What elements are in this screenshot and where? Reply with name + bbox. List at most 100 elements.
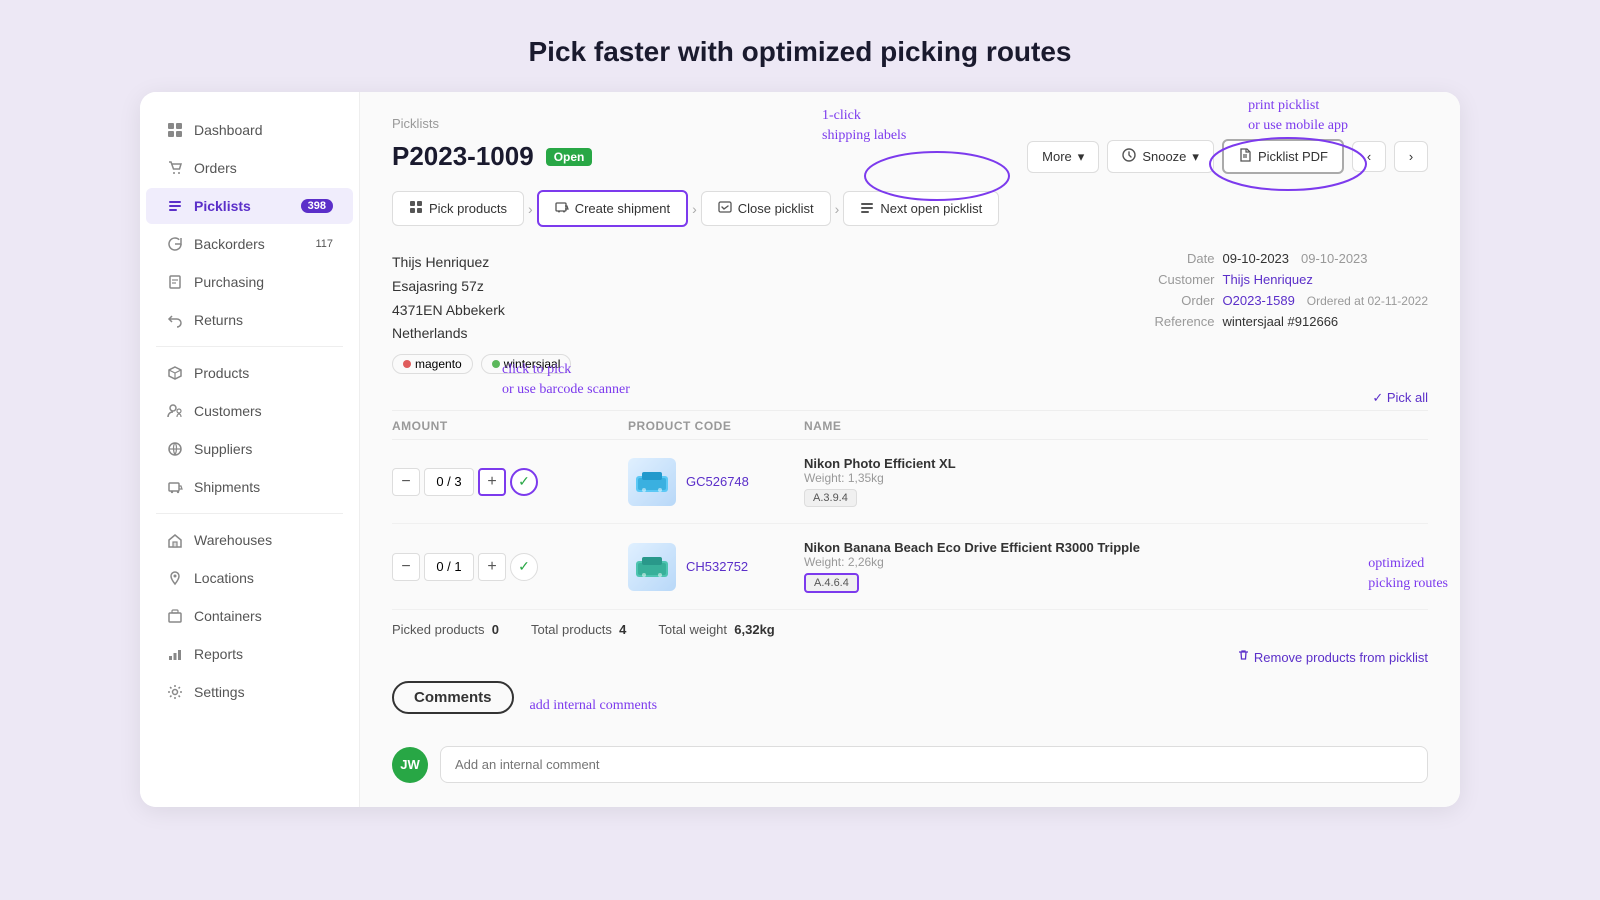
sidebar-label-containers: Containers bbox=[194, 608, 262, 624]
tag-label-wintersjaal: wintersjaal bbox=[504, 357, 561, 371]
sidebar-item-backorders[interactable]: Backorders 117 bbox=[146, 226, 353, 262]
picklist-pdf-button[interactable]: Picklist PDF bbox=[1222, 139, 1344, 174]
returns-icon bbox=[166, 311, 184, 329]
pdf-icon bbox=[1238, 148, 1252, 165]
amount-input-2[interactable] bbox=[424, 553, 474, 581]
amount-control-2: − + ✓ bbox=[392, 553, 612, 581]
picklist-header: P2023-1009 Open More ▾ Snooze ▾ bbox=[392, 139, 1428, 174]
minus-btn-2[interactable]: − bbox=[392, 553, 420, 581]
reference-label: Reference bbox=[1135, 314, 1215, 329]
remove-products-link[interactable]: Remove products from picklist bbox=[392, 649, 1428, 665]
detail-customer: Customer Thijs Henriquez bbox=[1135, 272, 1428, 287]
sidebar-label-locations: Locations bbox=[194, 570, 254, 586]
sidebar-item-locations[interactable]: Locations bbox=[146, 560, 353, 596]
sidebar-label-purchasing: Purchasing bbox=[194, 274, 264, 290]
main-content: Picklists P2023-1009 Open More ▾ bbox=[360, 92, 1460, 807]
reports-icon bbox=[166, 645, 184, 663]
plus-btn-2[interactable]: + bbox=[478, 553, 506, 581]
purchasing-icon bbox=[166, 273, 184, 291]
picklist-pdf-label: Picklist PDF bbox=[1258, 149, 1328, 164]
sidebar-item-picklists[interactable]: Picklists 398 bbox=[146, 188, 353, 224]
sidebar-label-dashboard: Dashboard bbox=[194, 122, 263, 138]
snooze-label: Snooze bbox=[1142, 149, 1186, 164]
step-close-picklist[interactable]: Close picklist bbox=[701, 191, 831, 226]
check-btn-2[interactable]: ✓ bbox=[510, 553, 538, 581]
sidebar-item-dashboard[interactable]: Dashboard bbox=[146, 112, 353, 148]
info-row: Thijs Henriquez Esajasring 57z 4371EN Ab… bbox=[392, 251, 1428, 374]
date-value: 09-10-2023 bbox=[1223, 251, 1290, 266]
detail-table: Date 09-10-2023 09-10-2023 Customer Thij… bbox=[1135, 251, 1428, 374]
next-button[interactable]: › bbox=[1394, 141, 1428, 172]
sidebar-item-purchasing[interactable]: Purchasing bbox=[146, 264, 353, 300]
more-label: More bbox=[1042, 149, 1072, 164]
sidebar-item-products[interactable]: Products bbox=[146, 355, 353, 391]
picked-value: 0 bbox=[492, 622, 499, 637]
address-country: Netherlands bbox=[392, 322, 571, 346]
backorders-icon bbox=[166, 235, 184, 253]
comments-section: Comments add internal comments JW bbox=[392, 681, 1428, 783]
location-badge-1[interactable]: A.3.9.4 bbox=[804, 489, 857, 507]
sidebar-label-reports: Reports bbox=[194, 646, 243, 662]
detail-date: Date 09-10-2023 09-10-2023 bbox=[1135, 251, 1428, 266]
snooze-button[interactable]: Snooze ▾ bbox=[1107, 140, 1214, 173]
location-badge-2[interactable]: A.4.6.4 bbox=[804, 573, 859, 593]
arrow-1: › bbox=[524, 201, 537, 217]
plus-btn-1[interactable]: + bbox=[478, 468, 506, 496]
product-weight-1: Weight: 1,35kg bbox=[804, 471, 1428, 485]
step-pick-label: Pick products bbox=[429, 201, 507, 216]
product-code-cell-1: GC526748 bbox=[628, 458, 788, 506]
product-row-2: − + ✓ CH532752 Nikon Banana Beach Eco Dr… bbox=[392, 524, 1428, 610]
tag-magento[interactable]: magento bbox=[392, 354, 473, 374]
cart-icon bbox=[166, 159, 184, 177]
sidebar: Dashboard Orders Picklists 398 Backorder… bbox=[140, 92, 360, 807]
sidebar-item-shipments[interactable]: Shipments bbox=[146, 469, 353, 505]
step-next-picklist[interactable]: Next open picklist bbox=[843, 191, 999, 226]
step-next-icon bbox=[860, 200, 874, 217]
products-icon bbox=[166, 364, 184, 382]
page-title: Pick faster with optimized picking route… bbox=[529, 0, 1072, 92]
warehouses-icon bbox=[166, 531, 184, 549]
sidebar-item-suppliers[interactable]: Suppliers bbox=[146, 431, 353, 467]
check-btn-1[interactable]: ✓ bbox=[510, 468, 538, 496]
header-actions: More ▾ Snooze ▾ Picklist P bbox=[1027, 139, 1428, 174]
product-code-1[interactable]: GC526748 bbox=[686, 474, 749, 489]
tag-label-magento: magento bbox=[415, 357, 462, 371]
sidebar-item-reports[interactable]: Reports bbox=[146, 636, 353, 672]
prev-button[interactable]: ‹ bbox=[1352, 141, 1386, 172]
step-pick-products[interactable]: Pick products bbox=[392, 191, 524, 226]
sidebar-item-containers[interactable]: Containers bbox=[146, 598, 353, 634]
weight-label: Total weight 6,32kg bbox=[658, 622, 774, 637]
pick-all-button[interactable]: ✓ Pick all bbox=[1372, 390, 1428, 406]
customer-link[interactable]: Thijs Henriquez bbox=[1223, 272, 1313, 287]
comment-input[interactable] bbox=[440, 746, 1428, 783]
suppliers-icon bbox=[166, 440, 184, 458]
address-street: Esajasring 57z bbox=[392, 275, 571, 299]
snooze-chevron-icon: ▾ bbox=[1192, 149, 1199, 165]
clock-icon bbox=[1122, 148, 1136, 165]
sidebar-item-warehouses[interactable]: Warehouses bbox=[146, 522, 353, 558]
comments-header: Comments bbox=[392, 681, 514, 714]
status-badge: Open bbox=[546, 148, 593, 166]
order-link[interactable]: O2023-1589 bbox=[1223, 293, 1295, 308]
avatar: JW bbox=[392, 747, 428, 783]
reference-value: wintersjaal #912666 bbox=[1223, 314, 1339, 329]
more-button[interactable]: More ▾ bbox=[1027, 141, 1099, 173]
sidebar-item-customers[interactable]: Customers bbox=[146, 393, 353, 429]
date-label: Date bbox=[1135, 251, 1215, 266]
sidebar-label-settings: Settings bbox=[194, 684, 245, 700]
tags-row: magento wintersjaal bbox=[392, 354, 571, 374]
minus-btn-1[interactable]: − bbox=[392, 468, 420, 496]
amount-control-1: − + ✓ bbox=[392, 468, 612, 496]
sidebar-item-settings[interactable]: Settings bbox=[146, 674, 353, 710]
detail-reference: Reference wintersjaal #912666 bbox=[1135, 314, 1428, 329]
sidebar-item-orders[interactable]: Orders bbox=[146, 150, 353, 186]
sidebar-label-products: Products bbox=[194, 365, 249, 381]
product-name-1: Nikon Photo Efficient XL bbox=[804, 456, 1428, 471]
step-create-shipment[interactable]: Create shipment bbox=[537, 190, 688, 227]
tag-wintersjaal[interactable]: wintersjaal bbox=[481, 354, 572, 374]
product-code-2[interactable]: CH532752 bbox=[686, 559, 748, 574]
sidebar-item-returns[interactable]: Returns bbox=[146, 302, 353, 338]
amount-input-1[interactable] bbox=[424, 468, 474, 496]
product-img-1 bbox=[628, 458, 676, 506]
picklists-badge: 398 bbox=[301, 199, 333, 213]
